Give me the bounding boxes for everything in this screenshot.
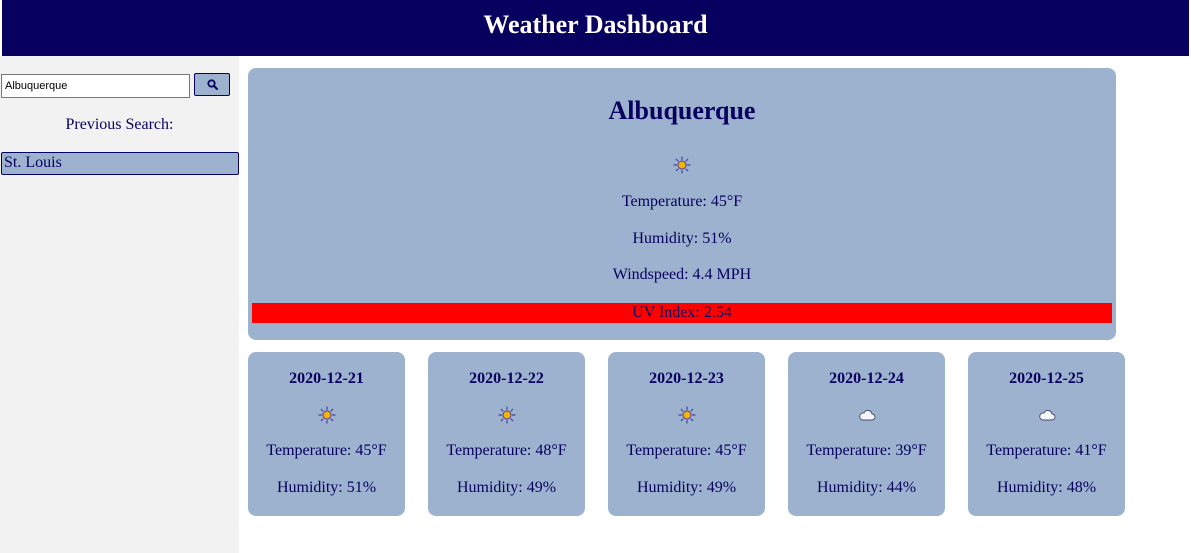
- uv-index-bar: UV Index: 2.54: [252, 303, 1112, 323]
- forecast-date: 2020-12-25: [1009, 370, 1084, 387]
- forecast-temperature: Temperature: 41°F: [986, 442, 1107, 459]
- cloud-icon: [1038, 410, 1055, 421]
- sun-icon: [317, 406, 336, 424]
- forecast-card: 2020-12-23 Temperature: 45°F Humidity: 4…: [608, 352, 765, 516]
- search-icon: [206, 79, 218, 90]
- sidebar: Previous Search: St. Louis: [0, 56, 239, 553]
- current-weather-card: Albuquerque Temperature: 45°F Humidity: …: [248, 68, 1116, 340]
- forecast-date: 2020-12-24: [829, 370, 904, 387]
- app-header: Weather Dashboard: [2, 0, 1189, 56]
- history-item-st-louis[interactable]: St. Louis: [1, 152, 239, 175]
- forecast-temperature: Temperature: 39°F: [806, 442, 927, 459]
- current-temperature: Temperature: 45°F: [621, 193, 743, 210]
- forecast-humidity: Humidity: 51%: [276, 479, 377, 496]
- current-windspeed: Windspeed: 4.4 MPH: [612, 266, 752, 283]
- sun-icon: [677, 406, 696, 424]
- forecast-card: 2020-12-22 Temperature: 48°F Humidity: 4…: [428, 352, 585, 516]
- forecast-date: 2020-12-21: [289, 370, 364, 387]
- forecast-temperature: Temperature: 45°F: [266, 442, 387, 459]
- sun-icon: [497, 406, 516, 424]
- forecast-card: 2020-12-24 Temperature: 39°F Humidity: 4…: [788, 352, 945, 516]
- forecast-card: 2020-12-21 Temperature: 45°F Humidity: 5…: [248, 352, 405, 516]
- current-humidity: Humidity: 51%: [632, 230, 732, 247]
- sun-icon: [673, 156, 691, 174]
- forecast-humidity: Humidity: 49%: [636, 479, 737, 496]
- page-title: Weather Dashboard: [483, 10, 708, 39]
- forecast-humidity: Humidity: 44%: [816, 479, 917, 496]
- search-button[interactable]: [194, 73, 230, 96]
- forecast-card: 2020-12-25 Temperature: 41°F Humidity: 4…: [968, 352, 1125, 516]
- city-search-input[interactable]: [1, 74, 190, 98]
- forecast-date: 2020-12-23: [649, 370, 724, 387]
- current-city-name: Albuquerque: [608, 96, 756, 125]
- forecast-humidity: Humidity: 49%: [456, 479, 557, 496]
- forecast-temperature: Temperature: 48°F: [446, 442, 567, 459]
- forecast-temperature: Temperature: 45°F: [626, 442, 747, 459]
- forecast-date: 2020-12-22: [469, 370, 544, 387]
- cloud-icon: [858, 410, 875, 421]
- forecast-humidity: Humidity: 48%: [996, 479, 1097, 496]
- previous-search-label: Previous Search:: [65, 116, 174, 133]
